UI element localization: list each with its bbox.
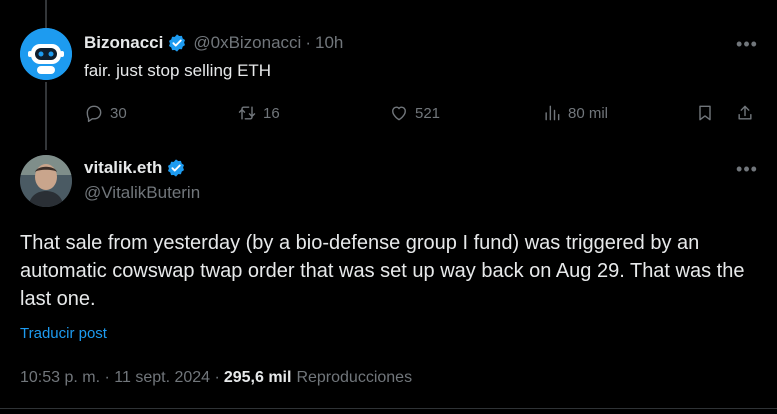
verified-badge-icon [166, 158, 186, 178]
more-icon[interactable]: ••• [732, 158, 762, 180]
like-count: 521 [415, 104, 441, 122]
reply-time[interactable]: 10h [315, 33, 343, 53]
divider [0, 408, 777, 409]
views-count: 80 mil [568, 104, 609, 122]
main-views-label: Reproducciones [296, 369, 413, 386]
views-icon [545, 105, 560, 121]
views-button[interactable]: 80 mil [542, 100, 608, 126]
avatar-vitalik[interactable] [20, 155, 72, 207]
separator-dot: · [305, 33, 311, 52]
share-icon [738, 105, 752, 120]
tweet-timestamp[interactable]: 10:53 p. m. · 11 sept. 2024 · [20, 369, 220, 387]
reply-count: 30 [110, 104, 127, 122]
verified-badge-icon [167, 33, 187, 53]
bookmark-icon [699, 105, 711, 121]
thread-line-top [45, 0, 47, 28]
main-author-header: vitalik.eth [84, 157, 186, 179]
bookmark-button[interactable] [695, 100, 715, 126]
tweet-meta: 10:53 p. m. · 11 sept. 2024 · 295,6 mil … [20, 369, 412, 387]
thread-line-connector [45, 82, 47, 150]
heart-icon [392, 106, 406, 121]
reply-icon [86, 105, 102, 123]
tweet-thread: Bizonacci @0xBizonacci · 10h ••• fair. j… [0, 0, 777, 414]
reply-button[interactable]: 30 [84, 100, 127, 126]
more-icon[interactable]: ••• [732, 33, 762, 55]
repost-count: 16 [263, 104, 280, 122]
main-tweet-text: That sale from yesterday (by a bio-defen… [20, 232, 745, 310]
reply-header: Bizonacci @0xBizonacci · 10h [84, 32, 343, 54]
repost-icon [238, 106, 256, 120]
translate-link[interactable]: Traducir post [20, 325, 107, 342]
avatar-bizonacci[interactable] [20, 28, 72, 80]
reply-author-handle[interactable]: @0xBizonacci [193, 33, 301, 53]
main-author-handle[interactable]: @VitalikButerin [84, 183, 200, 203]
reply-action-bar: 30 16 521 80 mil [84, 100, 764, 126]
like-button[interactable]: 521 [389, 100, 440, 126]
main-author-name[interactable]: vitalik.eth [84, 158, 162, 178]
reply-text: fair. just stop selling ETH [84, 61, 272, 80]
reply-author-name[interactable]: Bizonacci [84, 33, 163, 53]
share-button[interactable] [735, 100, 755, 126]
repost-button[interactable]: 16 [237, 100, 280, 126]
main-views-count: 295,6 mil [223, 369, 292, 386]
